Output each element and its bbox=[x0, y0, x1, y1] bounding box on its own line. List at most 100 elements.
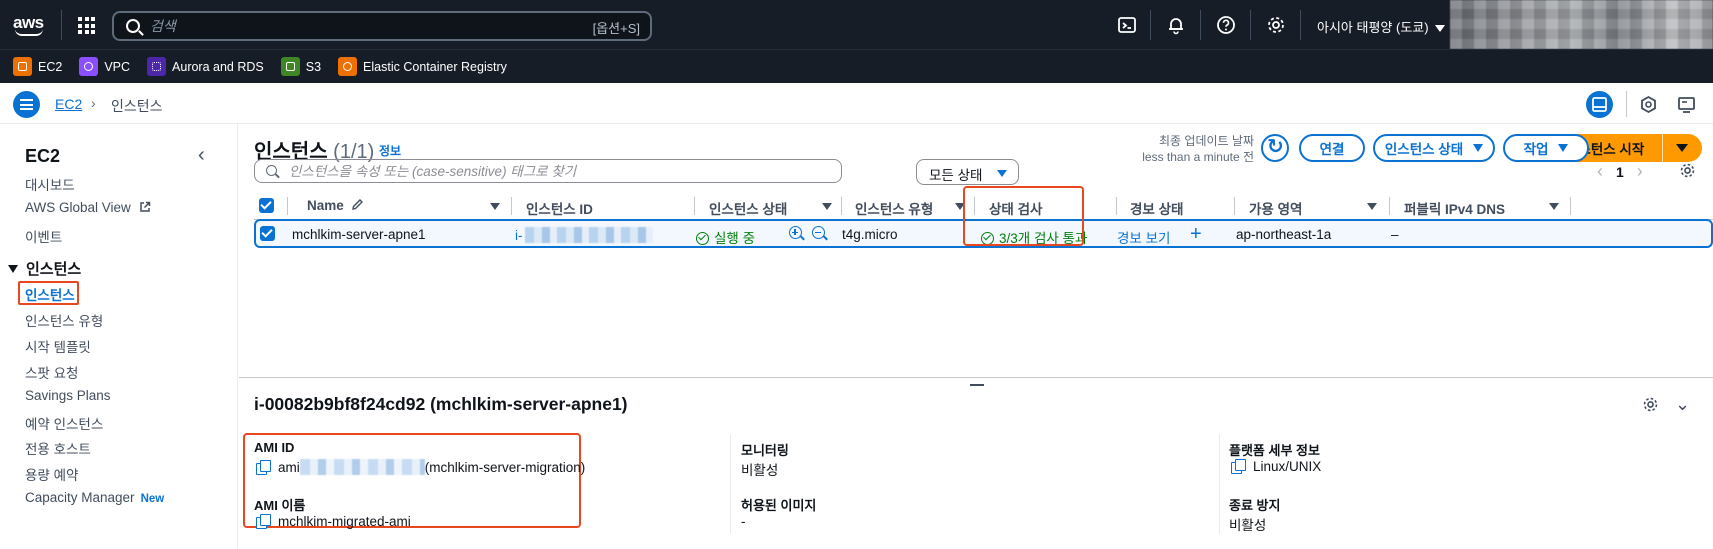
cloudshell-icon[interactable] bbox=[1117, 15, 1137, 35]
monitoring-value: 비활성 bbox=[741, 463, 779, 478]
divider bbox=[1626, 91, 1627, 117]
screen-monitor-icon[interactable] bbox=[1673, 91, 1700, 118]
chevron-left-icon[interactable]: ‹ bbox=[198, 144, 205, 167]
favorite-ecr[interactable]: Elastic Container Registry bbox=[338, 57, 507, 76]
aws-logo[interactable]: aws bbox=[13, 13, 47, 37]
favorite-s3[interactable]: S3 bbox=[280, 57, 321, 76]
ami-id-value[interactable]: ami (mchlkim-server-migration) bbox=[256, 459, 585, 475]
search-icon bbox=[266, 165, 277, 176]
sidebar-item-capacity-manager[interactable]: Capacity Manager New bbox=[25, 490, 164, 505]
column-header-availability-zone[interactable]: 가용 영역 bbox=[1249, 198, 1302, 218]
caret-down-icon[interactable] bbox=[1676, 144, 1688, 152]
zoom-out-icon[interactable] bbox=[812, 226, 825, 242]
table-settings-icon[interactable] bbox=[1679, 162, 1696, 179]
state-label: 실행 중 bbox=[714, 231, 756, 246]
cell-alarm-link[interactable]: 경보 보기 bbox=[1117, 227, 1170, 247]
favorite-vpc[interactable]: VPC bbox=[79, 57, 130, 76]
breadcrumb-ec2[interactable]: EC2 bbox=[55, 96, 82, 112]
refresh-button[interactable] bbox=[1261, 134, 1289, 162]
divider bbox=[730, 434, 731, 534]
bell-icon[interactable] bbox=[1166, 15, 1186, 35]
vpc-icon bbox=[79, 57, 99, 76]
copy-icon[interactable] bbox=[256, 514, 271, 529]
favorite-label: Elastic Container Registry bbox=[363, 59, 507, 74]
column-header-name[interactable]: Name bbox=[307, 198, 364, 213]
caret-down-icon bbox=[997, 170, 1007, 177]
favorite-label: Aurora and RDS bbox=[172, 59, 264, 74]
zoom-in-icon[interactable] bbox=[789, 226, 802, 242]
info-link[interactable]: 정보 bbox=[379, 142, 401, 159]
state-filter-select[interactable]: 모든 상태 bbox=[916, 159, 1019, 185]
instance-filter-input[interactable] bbox=[289, 162, 829, 180]
sidebar-item-instances[interactable]: 인스턴스 bbox=[25, 284, 75, 304]
search-input[interactable] bbox=[150, 16, 570, 36]
copy-icon[interactable] bbox=[1231, 459, 1246, 474]
divider bbox=[61, 10, 62, 40]
sidebar-item-label: Capacity Manager bbox=[25, 490, 135, 505]
chevron-down-icon[interactable]: ⌄ bbox=[1675, 394, 1690, 415]
sort-caret-icon[interactable] bbox=[490, 203, 500, 210]
connect-label: 연결 bbox=[1319, 142, 1345, 157]
sidebar-item-dashboard[interactable]: 대시보드 bbox=[25, 174, 75, 194]
sort-caret-icon[interactable] bbox=[1367, 203, 1377, 210]
details-settings-icon[interactable] bbox=[1642, 396, 1659, 413]
caret-down-icon bbox=[1558, 144, 1569, 152]
instance-state-button[interactable]: 인스턴스 상태 bbox=[1373, 134, 1495, 162]
help-icon[interactable] bbox=[1216, 15, 1236, 35]
column-header-public-dns[interactable]: 퍼블릭 IPv4 DNS bbox=[1404, 198, 1505, 218]
sidebar-item-launch-templates[interactable]: 시작 템플릿 bbox=[25, 336, 91, 356]
sidebar-item-savings-plans[interactable]: Savings Plans bbox=[25, 388, 111, 403]
cell-public-dns: – bbox=[1391, 227, 1399, 242]
menu-toggle-button[interactable] bbox=[13, 91, 40, 118]
last-updated-value: less than a minute 전 bbox=[1142, 150, 1254, 164]
sidebar-item-global-view[interactable]: AWS Global View bbox=[25, 200, 151, 215]
split-panel-divider[interactable] bbox=[239, 377, 1713, 378]
column-header-alarm-status[interactable]: 경보 상태 bbox=[1130, 198, 1183, 218]
instance-filter[interactable] bbox=[254, 159, 842, 183]
services-grid-icon[interactable] bbox=[78, 17, 95, 34]
sidebar-item-dedicated-hosts[interactable]: 전용 호스트 bbox=[25, 438, 91, 458]
cell-instance-id[interactable]: i- bbox=[515, 227, 653, 243]
sidebar-item-spot-requests[interactable]: 스팟 요청 bbox=[25, 362, 78, 382]
divider bbox=[1200, 10, 1201, 40]
split-panel-icon[interactable] bbox=[1586, 91, 1613, 118]
connect-button[interactable]: 연결 bbox=[1299, 134, 1365, 162]
instance-id-redacted bbox=[524, 227, 653, 243]
caret-down-icon bbox=[1434, 25, 1445, 33]
sidebar-item-reserved-instances[interactable]: 예약 인스턴스 bbox=[25, 413, 103, 433]
breadcrumb-current: 인스턴스 bbox=[111, 98, 163, 114]
sidebar-item-events[interactable]: 이벤트 bbox=[25, 226, 62, 246]
current-page[interactable]: 1 bbox=[1616, 164, 1624, 180]
cell-name: mchlkim-server-apne1 bbox=[292, 227, 426, 242]
sort-caret-icon[interactable] bbox=[822, 203, 832, 210]
chevron-left-icon[interactable]: ‹ bbox=[1597, 161, 1603, 182]
row-checkbox[interactable] bbox=[260, 226, 275, 241]
hexagon-settings-icon[interactable] bbox=[1635, 91, 1662, 118]
select-all-checkbox[interactable] bbox=[259, 198, 274, 213]
sidebar-item-instance-types[interactable]: 인스턴스 유형 bbox=[25, 310, 103, 330]
divider bbox=[1219, 434, 1220, 534]
side-navigation: EC2 ‹ 대시보드 AWS Global View 이벤트 인스턴스 인스턴스… bbox=[0, 124, 238, 549]
region-selector[interactable]: 아시아 태평양 (도쿄) bbox=[1317, 17, 1445, 36]
column-header-instance-state[interactable]: 인스턴스 상태 bbox=[709, 198, 787, 218]
chevron-right-icon[interactable]: › bbox=[1637, 161, 1643, 182]
column-header-instance-type[interactable]: 인스턴스 유형 bbox=[855, 198, 933, 218]
resize-handle-icon[interactable] bbox=[970, 384, 984, 386]
monitoring-label: 모니터링 bbox=[741, 443, 789, 458]
favorite-rds[interactable]: Aurora and RDS bbox=[147, 57, 264, 76]
sidebar-item-capacity-reservations[interactable]: 용량 예약 bbox=[25, 464, 78, 484]
column-header-instance-id[interactable]: 인스턴스 ID bbox=[526, 198, 593, 218]
sort-caret-icon[interactable] bbox=[1549, 203, 1559, 210]
settings-icon[interactable] bbox=[1266, 15, 1286, 35]
favorite-ec2[interactable]: EC2 bbox=[13, 57, 62, 76]
account-menu-redacted[interactable] bbox=[1450, 0, 1713, 49]
ami-name-value: mchlkim-migrated-ami bbox=[256, 514, 411, 529]
sidebar-section-instances[interactable]: 인스턴스 bbox=[8, 258, 81, 279]
copy-icon[interactable] bbox=[256, 460, 271, 475]
global-search[interactable]: [옵션+S] bbox=[112, 11, 652, 41]
platform-label: 플랫폼 세부 정보 bbox=[1229, 443, 1320, 458]
actions-button[interactable]: 작업 bbox=[1503, 134, 1589, 162]
add-alarm-plus-icon[interactable]: + bbox=[1190, 223, 1202, 246]
cell-instance-type: t4g.micro bbox=[842, 227, 898, 242]
instance-details-panel: i-00082b9bf8f24cd92 (mchlkim-server-apne… bbox=[239, 388, 1713, 549]
